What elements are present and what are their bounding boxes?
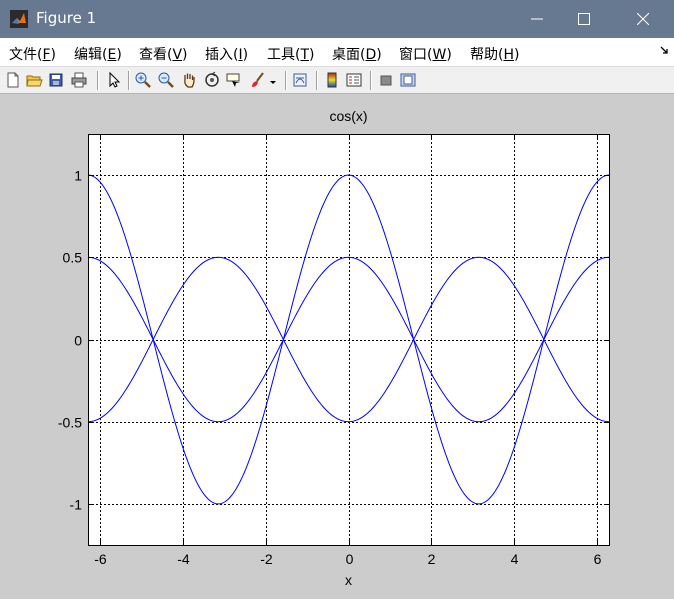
cos-plot-axes[interactable]: -6 -4 -2 0 2 4 6 -1 -0.5 0 0.5 1 cos(x) x — [0, 94, 674, 599]
print-icon[interactable] — [70, 71, 88, 89]
menu-insert[interactable]: 插入(I) — [205, 44, 248, 64]
title-bar: Figure 1 — [0, 0, 674, 38]
data-cursor-icon[interactable] — [225, 71, 243, 89]
brush-icon[interactable] — [249, 71, 267, 89]
x-tick-label: -2 — [260, 551, 273, 567]
figure-toolbar — [0, 66, 674, 94]
close-icon — [637, 13, 649, 25]
toolbar-separator — [285, 71, 287, 90]
insert-legend-icon[interactable] — [345, 71, 363, 89]
x-tick-label: 6 — [594, 551, 602, 567]
menu-edit[interactable]: 编辑(E) — [74, 44, 122, 64]
menu-window[interactable]: 窗口(W) — [399, 44, 452, 64]
close-button[interactable] — [620, 0, 666, 38]
x-tick-label: 4 — [511, 551, 519, 567]
menu-desktop[interactable]: 桌面(D) — [332, 44, 382, 64]
menu-help[interactable]: 帮助(H) — [470, 44, 519, 64]
y-tick-label: -0.5 — [58, 415, 82, 431]
y-tick-label: 0.5 — [63, 250, 83, 266]
y-tick-label: 0 — [74, 333, 82, 349]
window-title: Figure 1 — [36, 9, 97, 27]
toolbar-separator — [370, 71, 372, 90]
zoom-in-icon[interactable] — [134, 71, 152, 89]
pan-hand-icon[interactable] — [180, 71, 198, 89]
x-tick-label: -4 — [177, 551, 190, 567]
matlab-icon — [10, 10, 28, 28]
minimize-button[interactable] — [514, 0, 560, 38]
rotate-3d-icon[interactable] — [203, 71, 221, 89]
save-icon[interactable] — [47, 71, 65, 89]
hide-plot-tools-icon[interactable] — [377, 71, 395, 89]
minimize-icon — [531, 18, 543, 20]
select-arrow-icon[interactable] — [104, 71, 122, 89]
x-tick-label: 2 — [428, 551, 436, 567]
new-figure-icon[interactable] — [4, 71, 22, 89]
menu-bar: 文件(F) 编辑(E) 查看(V) 插入(I) 工具(T) 桌面(D) 窗口(W… — [0, 38, 674, 66]
toolbar-separator — [128, 71, 130, 90]
axes-background — [88, 134, 609, 545]
x-tick-label: -6 — [94, 551, 107, 567]
x-axis-label: x — [345, 572, 352, 588]
plot-title: cos(x) — [329, 108, 367, 124]
toolbar-separator — [97, 71, 99, 90]
menu-file[interactable]: 文件(F) — [9, 44, 56, 64]
menu-view[interactable]: 查看(V) — [139, 44, 188, 64]
maximize-icon — [578, 13, 590, 25]
maximize-button[interactable] — [561, 0, 607, 38]
dock-arrow-icon[interactable] — [660, 46, 668, 54]
y-tick-label: 1 — [74, 168, 82, 184]
insert-colorbar-icon[interactable] — [323, 71, 341, 89]
y-tick-label: -1 — [70, 497, 83, 513]
zoom-out-icon[interactable] — [157, 71, 175, 89]
x-tick-label: 0 — [346, 551, 354, 567]
link-plot-icon[interactable] — [291, 71, 309, 89]
show-plot-tools-icon[interactable] — [399, 71, 417, 89]
brush-dropdown-icon[interactable] — [268, 71, 278, 89]
toolbar-separator — [316, 71, 318, 90]
menu-tools[interactable]: 工具(T) — [267, 44, 315, 64]
open-file-icon[interactable] — [25, 71, 43, 89]
